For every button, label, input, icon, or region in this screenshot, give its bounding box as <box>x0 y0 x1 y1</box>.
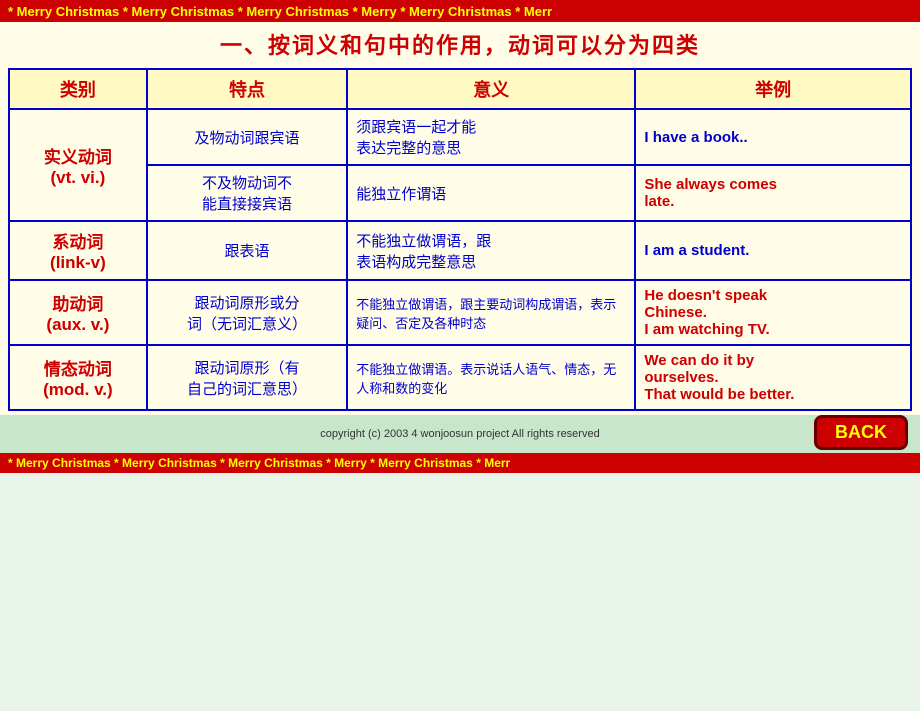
xmas-banner-text: * Merry Christmas * Merry Christmas * Me… <box>8 4 552 19</box>
meaning-cell-5: 不能独立做谓语。表示说话人语气、情态，无人称和数的变化 <box>347 345 635 410</box>
xmas-bottom-banner: * Merry Christmas * Merry Christmas * Me… <box>0 453 920 473</box>
meaning-cell-1: 须跟宾语一起才能表达完整的意思 <box>347 109 635 165</box>
table-row: 系动词 (link-v) 跟表语 不能独立做谓语，跟表语构成完整意思 I am … <box>9 221 911 280</box>
example-cell-1: I have a book.. <box>635 109 911 165</box>
table-header-row: 类别 特点 意义 举例 <box>9 69 911 109</box>
col-header-meaning: 意义 <box>347 69 635 109</box>
bottom-area: copyright (c) 2003 4 wonjoosun project A… <box>0 415 920 453</box>
col-header-category: 类别 <box>9 69 147 109</box>
category-cell-qingtaidongci: 情态动词 (mod. v.) <box>9 345 147 410</box>
xmas-bottom-text: * Merry Christmas * Merry Christmas * Me… <box>8 456 510 470</box>
table-row: 实义动词 (vt. vi.) 及物动词跟宾语 须跟宾语一起才能表达完整的意思 I… <box>9 109 911 165</box>
example-cell-4: He doesn't speakChinese.I am watching TV… <box>635 280 911 345</box>
feature-cell-jiwu: 及物动词跟宾语 <box>147 109 347 165</box>
example-cell-3: I am a student. <box>635 221 911 280</box>
feature-cell-yuanxing: 跟动词原形（有自己的词汇意思） <box>147 345 347 410</box>
category-cell-zhudongci: 助动词 (aux. v.) <box>9 280 147 345</box>
example-cell-2: She always comeslate. <box>635 165 911 221</box>
feature-cell-bujiwu: 不及物动词不能直接接宾语 <box>147 165 347 221</box>
meaning-cell-3: 不能独立做谓语，跟表语构成完整意思 <box>347 221 635 280</box>
col-header-example: 举例 <box>635 69 911 109</box>
meaning-cell-4: 不能独立做谓语，跟主要动词构成谓语，表示疑问、否定及各种时态 <box>347 280 635 345</box>
category-cell-xidongci: 系动词 (link-v) <box>9 221 147 280</box>
col-header-feature: 特点 <box>147 69 347 109</box>
category-cell-shiyidongci: 实义动词 (vt. vi.) <box>9 109 147 221</box>
verb-table: 类别 特点 意义 举例 实义动词 (vt. vi.) 及物动词跟宾语 须跟宾语一… <box>8 68 912 411</box>
example-cell-5: We can do it byourselves.That would be b… <box>635 345 911 410</box>
back-button[interactable]: BACK <box>814 415 908 450</box>
xmas-top-banner: * Merry Christmas * Merry Christmas * Me… <box>0 0 920 22</box>
main-content: 一、按词义和句中的作用，动词可以分为四类 类别 特点 意义 举例 实义动词 (v… <box>0 22 920 415</box>
meaning-cell-2: 能独立作谓语 <box>347 165 635 221</box>
page-title: 一、按词义和句中的作用，动词可以分为四类 <box>8 28 912 60</box>
feature-cell-gen: 跟表语 <box>147 221 347 280</box>
copyright-text: copyright (c) 2003 4 wonjoosun project A… <box>10 428 910 440</box>
table-row: 助动词 (aux. v.) 跟动词原形或分词（无词汇意义） 不能独立做谓语，跟主… <box>9 280 911 345</box>
table-row: 情态动词 (mod. v.) 跟动词原形（有自己的词汇意思） 不能独立做谓语。表… <box>9 345 911 410</box>
feature-cell-genyuanxing: 跟动词原形或分词（无词汇意义） <box>147 280 347 345</box>
